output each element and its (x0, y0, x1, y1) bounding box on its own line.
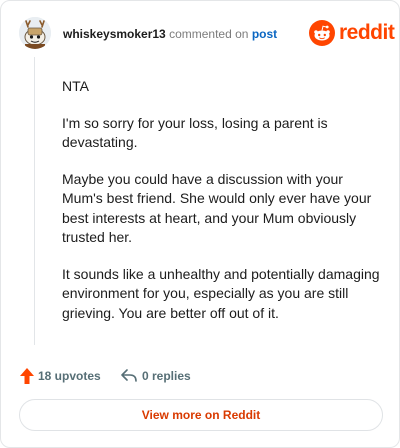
comment-paragraph: NTA (62, 78, 89, 94)
upvote-arrow-icon (20, 368, 34, 384)
username-link[interactable]: whiskeysmoker13 (63, 27, 166, 41)
comment-paragraph: Maybe you could have a discussion with y… (62, 170, 372, 246)
replies-stat[interactable]: 0 replies (120, 367, 210, 387)
reply-arrow-icon (121, 369, 137, 382)
post-link[interactable]: post (252, 27, 277, 41)
reddit-brand[interactable]: reddit (309, 19, 395, 47)
user-avatar[interactable] (19, 17, 51, 49)
replies-count: 0 replies (142, 369, 191, 383)
view-more-button[interactable]: View more on Reddit (19, 399, 383, 431)
comment-meta: whiskeysmoker13 commented on post (63, 27, 277, 41)
action-text: commented on (169, 27, 249, 41)
thread-line (34, 57, 35, 345)
comment-body: NTA I'm so sorry for your loss, losing a… (62, 77, 382, 340)
reddit-logo-icon (309, 20, 335, 46)
reddit-wordmark: reddit (339, 21, 395, 44)
upvotes-count: 18 upvotes (38, 369, 101, 383)
upvotes-stat[interactable]: 18 upvotes (19, 367, 109, 387)
embedded-comment-card: whiskeysmoker13 commented on post reddit… (0, 0, 400, 448)
comment-paragraph: I'm so sorry for your loss, losing a par… (62, 114, 328, 151)
snoo-avatar-icon (19, 17, 51, 49)
comment-header: whiskeysmoker13 commented on post reddit (19, 17, 395, 51)
comment-paragraph: It sounds like a unhealthy and potential… (62, 265, 380, 321)
